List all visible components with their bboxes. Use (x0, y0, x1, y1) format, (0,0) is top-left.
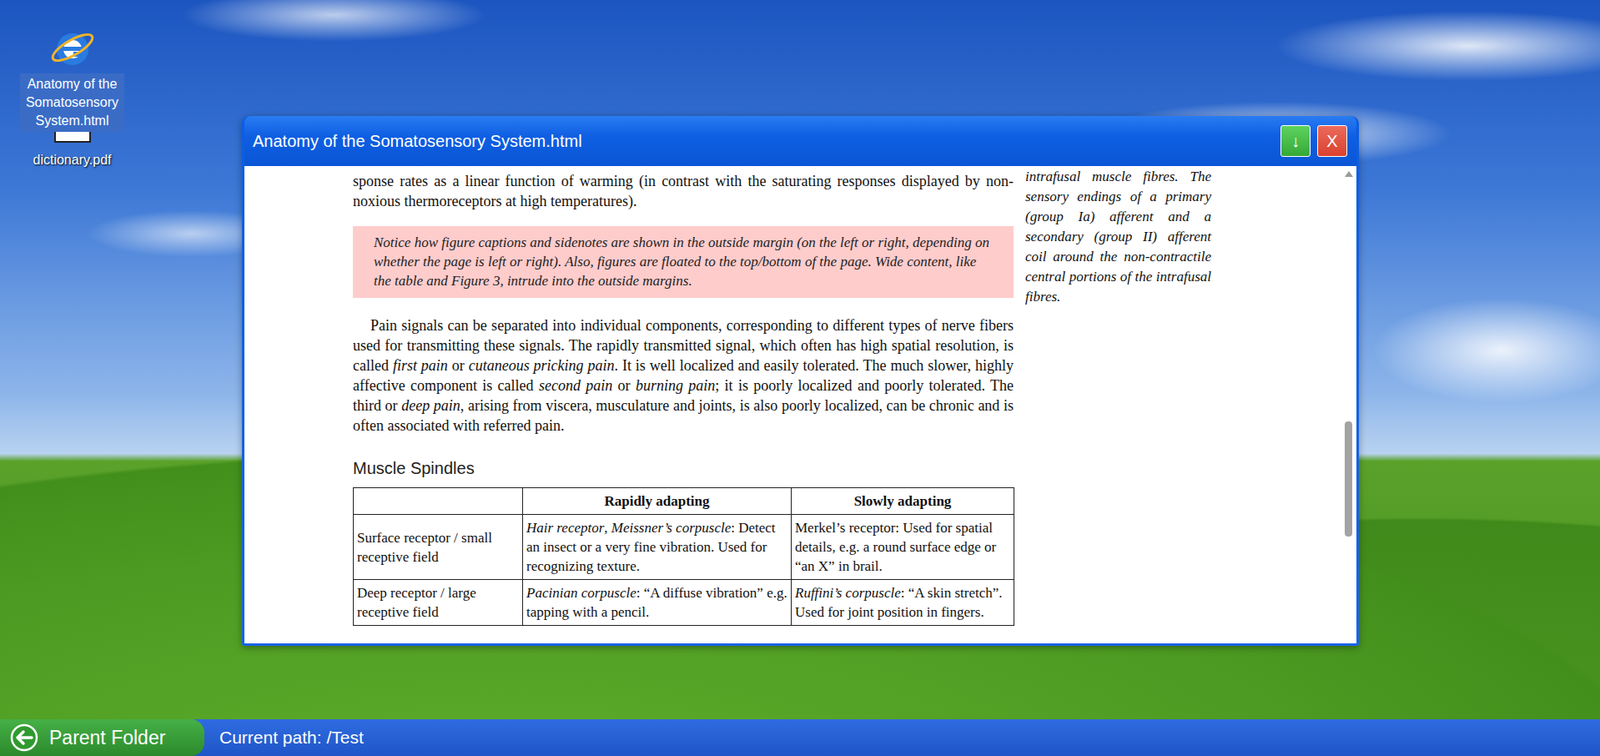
row-label: Surface receptor / small receptive field (353, 514, 524, 580)
icon-label[interactable]: dictionary.pdf (20, 149, 125, 172)
emphasis: second pain (538, 377, 613, 394)
text-run: or (447, 357, 469, 374)
table-cell: Merkel’s receptor: Used for spatial deta… (791, 514, 1015, 580)
text-run: Merkel’s receptor: Used for spatial deta… (794, 519, 997, 574)
table-row: Surface receptor / small receptive field… (353, 514, 1015, 580)
minimize-button[interactable]: ↓ (1280, 125, 1311, 157)
emphasis: Notice how figure captions and sidenotes… (373, 234, 990, 289)
emphasis: Ruffini’s corpuscle (794, 584, 901, 601)
taskbar: Parent Folder Current path: /Test (0, 719, 1600, 756)
scroll-thumb[interactable] (1344, 421, 1353, 538)
window-title: Anatomy of the Somatosensory System.html (252, 131, 583, 151)
text-run: sponse rates as a linear function of war… (352, 172, 1014, 210)
column-header (353, 488, 524, 515)
emphasis: cutaneous pricking pain (468, 357, 615, 374)
document-window[interactable]: Anatomy of the Somatosensory System.html… (241, 115, 1359, 646)
text-run: , (603, 519, 612, 536)
emphasis: first pain (392, 357, 448, 374)
paragraph: Pain signals can be separated into indiv… (352, 315, 1014, 436)
browser-icon[interactable] (47, 22, 98, 73)
desktop-icons: Anatomy of the Somatosensory System.html… (20, 22, 125, 172)
table-row: Deep receptor / large receptive fieldPac… (353, 579, 1015, 626)
table-cell: Pacinian corpuscle: “A diffuse vibration… (523, 579, 792, 626)
window-buttons: ↓X (1280, 125, 1348, 157)
page: sponse rates as a linear function of war… (244, 166, 1343, 644)
parent-folder-button[interactable]: Parent Folder (0, 719, 205, 756)
row-label: Deep receptor / large receptive field (353, 579, 524, 626)
emphasis: burning pain (635, 377, 715, 394)
pdf-file-icon[interactable] (54, 131, 91, 143)
emphasis: Pacinian corpuscle (526, 584, 637, 601)
document-view[interactable]: sponse rates as a linear function of war… (244, 166, 1357, 644)
icon-label[interactable]: Anatomy of the Somatosensory System.html (20, 73, 125, 132)
scroll-track[interactable] (1342, 180, 1355, 644)
parent-folder-label: Parent Folder (49, 726, 166, 750)
desktop-area: Anatomy of the Somatosensory System.html… (0, 0, 1600, 720)
sidenote: intrafusal muscle fibres. The sensory en… (1025, 166, 1212, 307)
close-button[interactable]: X (1317, 125, 1348, 157)
scroll-up-icon[interactable] (1344, 171, 1354, 177)
desktop: Anatomy of the Somatosensory System.html… (0, 0, 1600, 756)
table-cell: Ruffini’s corpuscle: “A skin stretch”. U… (791, 579, 1015, 626)
column-header: Rapidly adapting (523, 488, 792, 515)
back-arrow-icon[interactable] (10, 723, 39, 752)
emphasis: Hair receptor (526, 519, 604, 536)
main-column: sponse rates as a linear function of war… (352, 166, 1014, 626)
note-box: Notice how figure captions and sidenotes… (352, 226, 1014, 298)
column-header: Slowly adapting (791, 488, 1015, 515)
text-run: or (612, 377, 636, 394)
table-cell: Hair receptor, Meissner’s corpuscle: Det… (523, 514, 792, 580)
paragraph: sponse rates as a linear function of war… (352, 171, 1014, 212)
receptor-table: Rapidly adaptingSlowly adaptingSurface r… (352, 487, 1015, 626)
current-path: Current path: /Test (219, 727, 364, 748)
section-heading: Muscle Spindles (352, 457, 1014, 479)
table-header-row: Rapidly adaptingSlowly adapting (353, 488, 1015, 515)
scrollbar[interactable] (1342, 166, 1355, 644)
emphasis: Meissner’s corpuscle (611, 519, 731, 536)
desktop-icon[interactable]: Anatomy of the Somatosensory System.html (20, 22, 125, 132)
desktop-icon[interactable]: dictionary.pdf (20, 131, 125, 172)
title-bar[interactable]: Anatomy of the Somatosensory System.html… (244, 115, 1357, 167)
emphasis: deep pain (401, 397, 461, 414)
